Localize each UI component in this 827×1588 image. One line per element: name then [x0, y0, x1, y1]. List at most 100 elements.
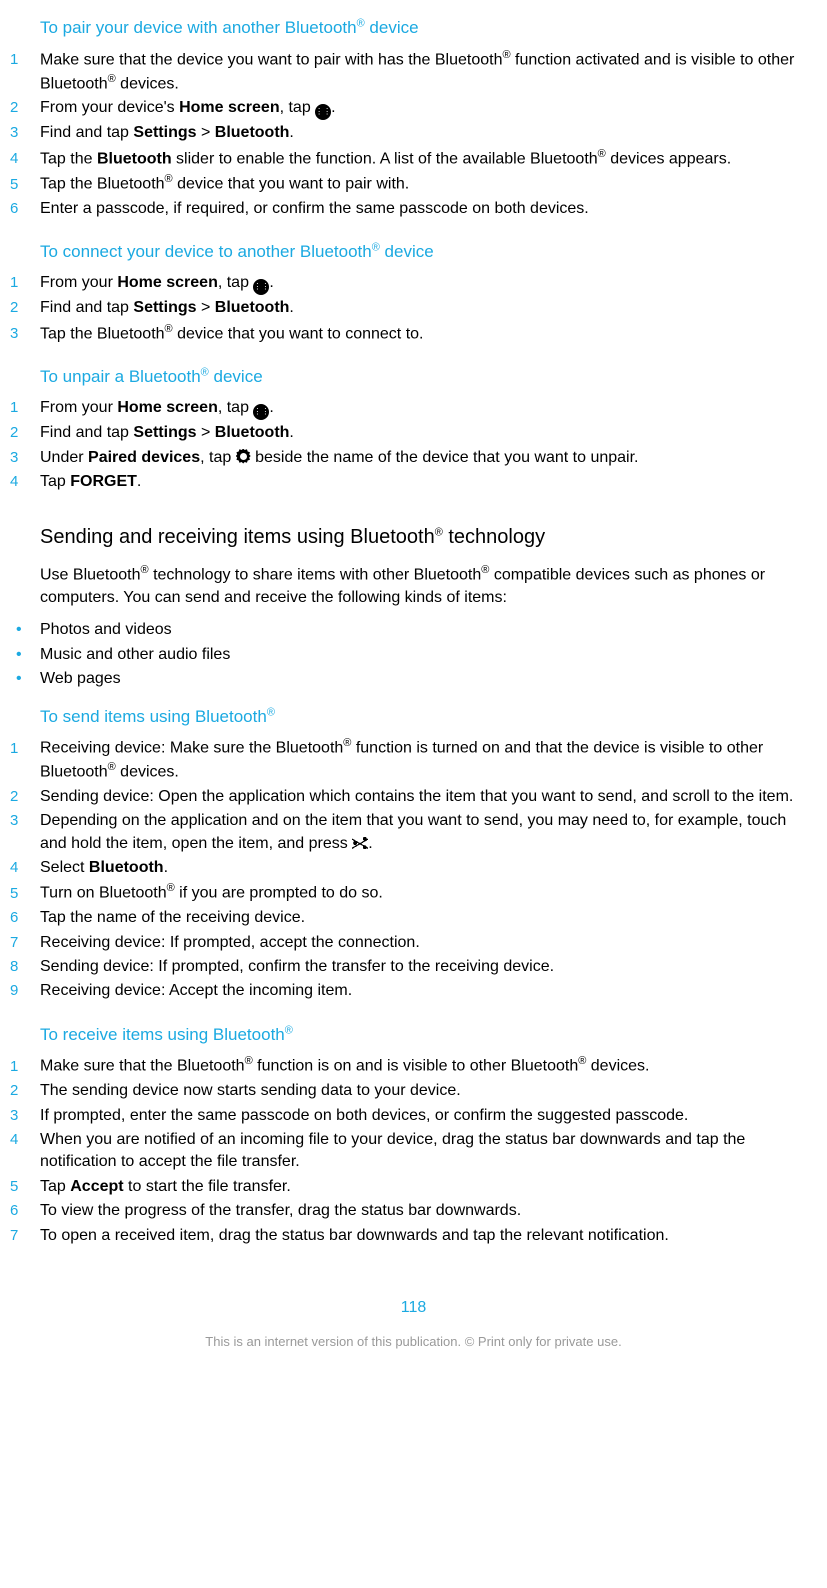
apps-icon: ⋮⋮: [253, 404, 269, 420]
step-item: 2Sending device: Open the application wh…: [10, 786, 817, 808]
step-item: 8Sending device: If prompted, confirm th…: [10, 956, 817, 978]
steps-connect: 1From your Home screen, tap ⋮⋮.2Find and…: [10, 272, 817, 345]
step-text: Under Paired devices, tap beside the nam…: [40, 447, 817, 469]
step-item: 5Tap Accept to start the file transfer.: [10, 1176, 817, 1198]
section-heading-sending: Sending and receiving items using Blueto…: [40, 523, 817, 551]
step-text: Tap Accept to start the file transfer.: [40, 1176, 817, 1198]
step-item: 7Receiving device: If prompted, accept t…: [10, 932, 817, 954]
step-item: 3Find and tap Settings > Bluetooth.: [10, 122, 817, 144]
step-number: 4: [10, 1129, 40, 1150]
step-number: 1: [10, 1056, 40, 1077]
step-item: 7To open a received item, drag the statu…: [10, 1225, 817, 1247]
step-number: 8: [10, 956, 40, 977]
step-number: 2: [10, 297, 40, 318]
bullet-item: •Music and other audio files: [10, 644, 817, 666]
step-number: 4: [10, 148, 40, 169]
section-title-send: To send items using Bluetooth®: [40, 705, 817, 729]
step-number: 7: [10, 1225, 40, 1246]
step-text: Find and tap Settings > Bluetooth.: [40, 122, 817, 144]
step-item: 3Tap the Bluetooth® device that you want…: [10, 322, 817, 346]
step-item: 4Select Bluetooth.: [10, 857, 817, 879]
step-item: 2Find and tap Settings > Bluetooth.: [10, 422, 817, 444]
share-icon: [352, 836, 368, 850]
step-item: 1From your Home screen, tap ⋮⋮.: [10, 397, 817, 420]
section-title-unpair: To unpair a Bluetooth® device: [40, 365, 817, 389]
page-number: 118: [10, 1297, 817, 1319]
step-text: Enter a passcode, if required, or confir…: [40, 198, 817, 220]
step-text: Sending device: If prompted, confirm the…: [40, 956, 817, 978]
step-item: 5Tap the Bluetooth® device that you want…: [10, 172, 817, 196]
step-item: 1From your Home screen, tap ⋮⋮.: [10, 272, 817, 295]
steps-pair: 1Make sure that the device you want to p…: [10, 48, 817, 221]
steps-send: 1Receiving device: Make sure the Bluetoo…: [10, 736, 817, 1002]
footer-text: This is an internet version of this publ…: [10, 1333, 817, 1351]
step-text: Turn on Bluetooth® if you are prompted t…: [40, 881, 817, 905]
bullet-item: •Web pages: [10, 668, 817, 690]
step-number: 3: [10, 810, 40, 831]
step-item: 1Make sure that the Bluetooth® function …: [10, 1054, 817, 1078]
bullet-text: Music and other audio files: [40, 644, 817, 666]
step-text: If prompted, enter the same passcode on …: [40, 1105, 817, 1127]
step-item: 9Receiving device: Accept the incoming i…: [10, 980, 817, 1002]
step-number: 6: [10, 198, 40, 219]
step-item: 4Tap the Bluetooth slider to enable the …: [10, 147, 817, 171]
sending-paragraph: Use Bluetooth® technology to share items…: [40, 563, 817, 609]
bullet-dot: •: [10, 644, 40, 666]
bullet-item: •Photos and videos: [10, 619, 817, 641]
step-number: 2: [10, 786, 40, 807]
step-text: Select Bluetooth.: [40, 857, 817, 879]
step-text: From your Home screen, tap ⋮⋮.: [40, 397, 817, 420]
apps-icon: ⋮⋮: [253, 279, 269, 295]
step-number: 3: [10, 447, 40, 468]
bullet-dot: •: [10, 668, 40, 690]
step-text: Tap FORGET.: [40, 471, 817, 493]
step-number: 1: [10, 397, 40, 418]
step-text: When you are notified of an incoming fil…: [40, 1129, 817, 1174]
step-text: Receiving device: Make sure the Bluetoot…: [40, 736, 817, 783]
step-text: From your device's Home screen, tap ⋮⋮.: [40, 97, 817, 120]
step-item: 1Make sure that the device you want to p…: [10, 48, 817, 95]
step-number: 3: [10, 122, 40, 143]
step-number: 1: [10, 49, 40, 70]
bullet-text: Web pages: [40, 668, 817, 690]
step-item: 6To view the progress of the transfer, d…: [10, 1200, 817, 1222]
step-number: 3: [10, 1105, 40, 1126]
step-text: Tap the Bluetooth slider to enable the f…: [40, 147, 817, 171]
step-number: 6: [10, 1200, 40, 1221]
step-text: The sending device now starts sending da…: [40, 1080, 817, 1102]
step-item: 3Under Paired devices, tap beside the na…: [10, 447, 817, 469]
step-text: Receiving device: Accept the incoming it…: [40, 980, 817, 1002]
step-text: Tap the name of the receiving device.: [40, 907, 817, 929]
step-number: 5: [10, 1176, 40, 1197]
bullet-text: Photos and videos: [40, 619, 817, 641]
bullet-dot: •: [10, 619, 40, 641]
step-number: 5: [10, 883, 40, 904]
step-number: 7: [10, 932, 40, 953]
step-item: 1Receiving device: Make sure the Bluetoo…: [10, 736, 817, 783]
step-number: 4: [10, 471, 40, 492]
step-number: 1: [10, 272, 40, 293]
steps-receive: 1Make sure that the Bluetooth® function …: [10, 1054, 817, 1246]
step-text: To open a received item, drag the status…: [40, 1225, 817, 1247]
step-number: 6: [10, 907, 40, 928]
step-item: 2From your device's Home screen, tap ⋮⋮.: [10, 97, 817, 120]
step-item: 3Depending on the application and on the…: [10, 810, 817, 855]
step-item: 2Find and tap Settings > Bluetooth.: [10, 297, 817, 319]
section-title-connect: To connect your device to another Blueto…: [40, 240, 817, 264]
step-text: Make sure that the device you want to pa…: [40, 48, 817, 95]
step-text: Sending device: Open the application whi…: [40, 786, 817, 808]
step-number: 5: [10, 174, 40, 195]
step-item: 6Enter a passcode, if required, or confi…: [10, 198, 817, 220]
step-item: 2The sending device now starts sending d…: [10, 1080, 817, 1102]
step-text: Make sure that the Bluetooth® function i…: [40, 1054, 817, 1078]
step-number: 1: [10, 738, 40, 759]
step-item: 5Turn on Bluetooth® if you are prompted …: [10, 881, 817, 905]
step-number: 3: [10, 323, 40, 344]
step-text: Tap the Bluetooth® device that you want …: [40, 172, 817, 196]
step-item: 3If prompted, enter the same passcode on…: [10, 1105, 817, 1127]
step-item: 6Tap the name of the receiving device.: [10, 907, 817, 929]
section-title-pair: To pair your device with another Bluetoo…: [40, 16, 817, 40]
step-number: 2: [10, 97, 40, 118]
step-text: To view the progress of the transfer, dr…: [40, 1200, 817, 1222]
step-number: 2: [10, 1080, 40, 1101]
